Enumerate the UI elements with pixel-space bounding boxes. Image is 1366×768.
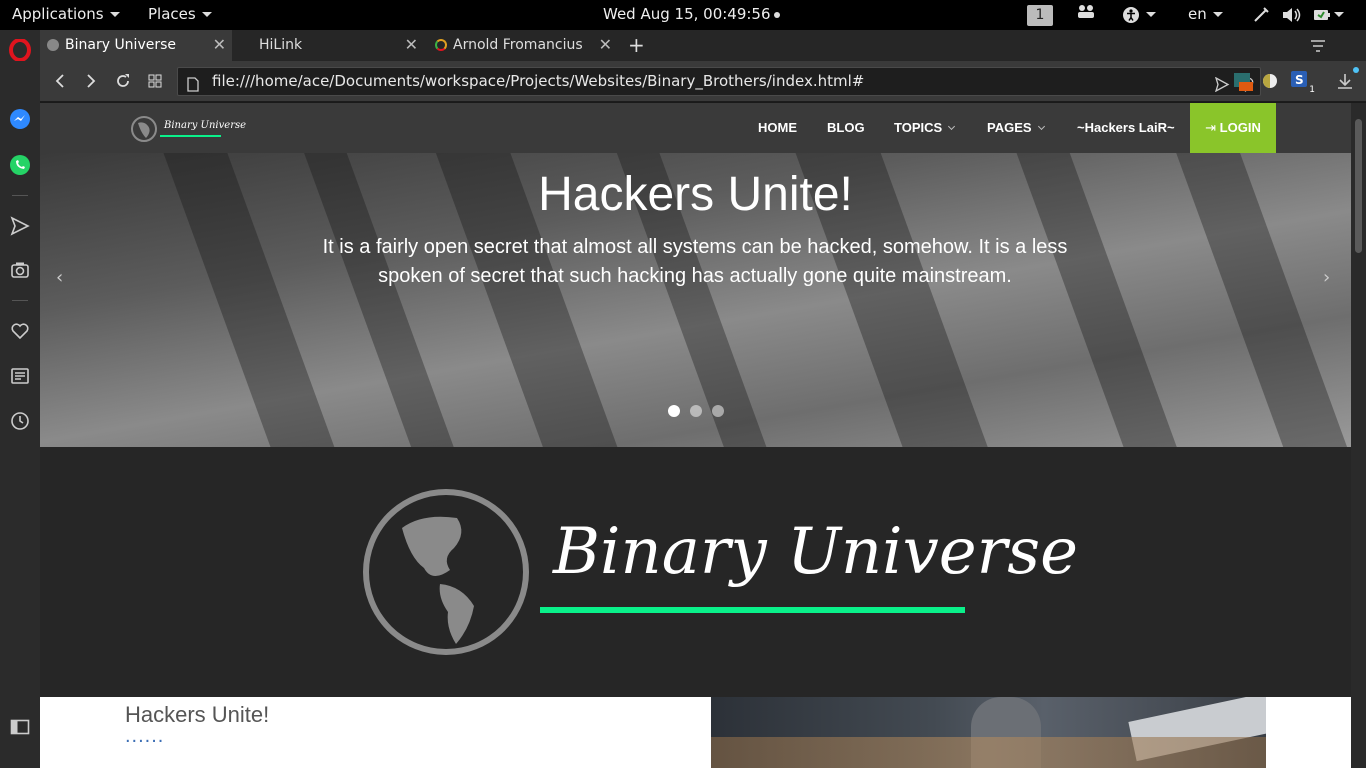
close-tab-icon[interactable]: ✕ — [213, 30, 226, 60]
language-menu[interactable]: en — [1188, 0, 1223, 30]
team-photo — [711, 697, 1266, 768]
accessibility-icon — [1122, 5, 1140, 23]
tab-title: Arnold Fromancius — [453, 37, 583, 53]
hero-carousel: Hackers Unite! It is a fairly open secre… — [40, 153, 1351, 447]
url-text: file:///home/ace/Documents/workspace/Pro… — [212, 72, 865, 90]
read-more-link[interactable]: ...... — [125, 725, 164, 748]
new-tab-button[interactable]: + — [620, 30, 650, 61]
file-page-icon — [187, 74, 199, 101]
brand-underline — [540, 607, 965, 613]
carousel-indicator[interactable] — [712, 405, 724, 417]
tab-bar: Binary Universe ✕ HiLink ✕ Arnold Froman… — [40, 30, 1366, 61]
applications-menu[interactable]: Applications — [12, 0, 120, 30]
tab-title: HiLink — [259, 37, 303, 53]
extension-s-icon[interactable]: S 1 — [1289, 69, 1315, 95]
news-icon[interactable] — [8, 364, 32, 388]
globe-logo-icon — [362, 488, 530, 660]
battery-menu[interactable] — [1313, 0, 1344, 30]
chevron-down-icon — [948, 122, 956, 131]
battery-icon — [1313, 5, 1331, 23]
site-logo-text: Binary Universe — [164, 120, 247, 131]
nav-topics-label: TOPICS — [894, 120, 943, 135]
send-to-flow-icon[interactable] — [1214, 74, 1230, 101]
hero-title: Hackers Unite! — [538, 168, 853, 221]
volume-icon[interactable] — [1281, 0, 1301, 30]
dark-mode-icon[interactable] — [1258, 69, 1282, 93]
clock[interactable]: Wed Aug 15, 00:49:56 — [603, 0, 780, 30]
brand-banner: Binary Universe — [40, 447, 1351, 697]
reload-icon[interactable] — [111, 69, 135, 93]
whatsapp-icon[interactable] — [8, 153, 32, 177]
hero-text: It is a fairly open secret that almost a… — [322, 236, 1068, 287]
nav-home[interactable]: HOME — [758, 103, 797, 153]
history-clock-icon[interactable] — [8, 409, 32, 433]
people-icon[interactable] — [1076, 0, 1096, 30]
extension-terminal-icon[interactable] — [1231, 69, 1255, 93]
back-icon[interactable] — [48, 69, 72, 93]
bookmarks-heart-icon[interactable] — [8, 319, 32, 343]
carousel-prev-icon[interactable]: ‹ — [56, 267, 63, 288]
site-navbar: Binary Universe HOME BLOG TOPICS PAGES ~… — [40, 103, 1351, 153]
carousel-next-icon[interactable]: › — [1323, 267, 1330, 288]
page-scrollbar[interactable] — [1351, 103, 1366, 768]
svg-text:S: S — [1295, 73, 1304, 87]
places-menu[interactable]: Places — [148, 0, 212, 30]
intro-section: Hackers Unite! ...... — [40, 697, 1351, 768]
carousel-indicator[interactable] — [690, 405, 702, 417]
browser-sidebar — [0, 30, 40, 768]
send-icon[interactable] — [8, 214, 32, 238]
scrollbar-thumb[interactable] — [1355, 119, 1362, 253]
tab-arnold-fromancius[interactable]: Arnold Fromancius ✕ — [428, 30, 618, 61]
close-tab-icon[interactable]: ✕ — [599, 30, 612, 60]
opera-logo-icon[interactable] — [8, 38, 32, 62]
nav-topics[interactable]: TOPICS — [894, 103, 956, 153]
carousel-indicator[interactable] — [668, 405, 680, 417]
web-page: Binary Universe HOME BLOG TOPICS PAGES ~… — [40, 103, 1351, 768]
address-bar-row: file:///home/ace/Documents/workspace/Pro… — [40, 61, 1366, 102]
nav-blog[interactable]: BLOG — [827, 103, 865, 153]
chevron-down-icon — [1037, 122, 1045, 131]
nav-hackers-lair[interactable]: ~Hackers LaiR~ — [1077, 103, 1175, 153]
site-logo[interactable]: Binary Universe — [130, 114, 246, 148]
accessibility-menu[interactable] — [1122, 0, 1156, 30]
workspace-indicator[interactable]: 1 — [1027, 0, 1053, 30]
nav-pages-label: PAGES — [987, 120, 1032, 135]
pen-icon[interactable] — [1252, 0, 1270, 30]
sign-in-icon: ⇥ — [1205, 120, 1217, 135]
tab-binary-universe[interactable]: Binary Universe ✕ — [40, 30, 232, 61]
tab-menu-icon[interactable] — [1310, 38, 1326, 57]
downloads-icon[interactable] — [1333, 67, 1359, 93]
url-field[interactable]: file:///home/ace/Documents/workspace/Pro… — [177, 67, 1261, 96]
login-button[interactable]: ⇥ LOGIN — [1190, 103, 1276, 153]
login-label: LOGIN — [1219, 120, 1261, 135]
tab-title: Binary Universe — [65, 37, 177, 53]
nav-pages[interactable]: PAGES — [987, 103, 1045, 153]
forward-icon[interactable] — [79, 69, 103, 93]
brand-name: Binary Universe — [553, 515, 1078, 589]
close-tab-icon[interactable]: ✕ — [405, 30, 418, 60]
globe-favicon-icon — [47, 39, 59, 51]
messenger-icon[interactable] — [8, 107, 32, 131]
speed-dial-grid-icon[interactable] — [143, 69, 167, 93]
toggle-sidebar-icon[interactable] — [8, 715, 32, 739]
camera-icon[interactable] — [8, 258, 32, 282]
system-top-bar: Applications Places Wed Aug 15, 00:49:56… — [0, 0, 1366, 30]
loading-favicon-icon — [435, 39, 447, 51]
extension-badge: 1 — [1309, 85, 1315, 95]
tab-hilink[interactable]: HiLink ✕ — [234, 30, 424, 61]
